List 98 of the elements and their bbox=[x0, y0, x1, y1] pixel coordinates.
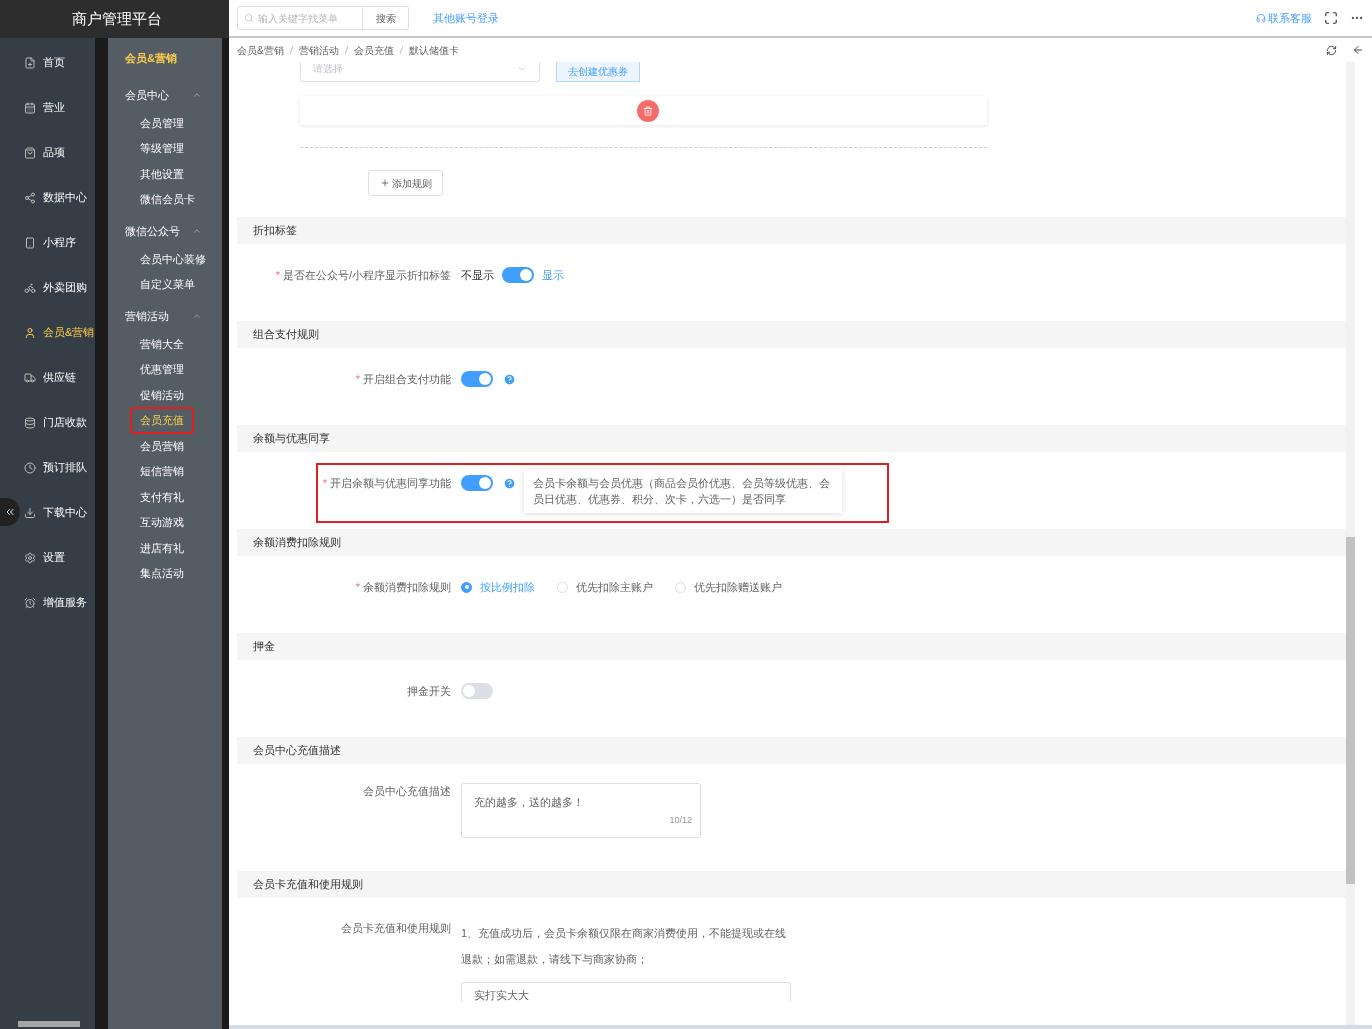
submenu-item[interactable]: 互动游戏 bbox=[132, 511, 192, 534]
scrollbar-thumb[interactable] bbox=[1346, 537, 1355, 884]
breadcrumb-item[interactable]: 营销活动 bbox=[298, 42, 339, 58]
add-rule-button[interactable]: 添加规则 bbox=[368, 170, 443, 196]
field-label: 会员卡充值和使用规则 bbox=[341, 921, 451, 936]
clock-icon bbox=[24, 461, 36, 474]
breadcrumb-item[interactable]: 会员充值 bbox=[353, 42, 394, 58]
chevron-up-icon bbox=[192, 311, 202, 321]
submenu-group[interactable]: 营销活动 bbox=[108, 301, 222, 331]
nav-item[interactable]: 供应链 bbox=[21, 355, 95, 400]
fullscreen-icon[interactable] bbox=[1324, 11, 1338, 25]
phone-icon bbox=[24, 236, 36, 249]
radio-option[interactable]: 优先扣除主账户 bbox=[557, 579, 653, 596]
submenu-item[interactable]: 会员中心装修 bbox=[132, 247, 214, 270]
nav-item[interactable]: 会员&营销 bbox=[21, 310, 95, 355]
search-icon bbox=[244, 13, 254, 23]
submenu-item[interactable]: 营销大全 bbox=[132, 332, 192, 355]
description-textarea[interactable]: 充的越多，送的越多！ 10/12 bbox=[461, 783, 701, 838]
database-icon bbox=[24, 416, 36, 429]
submenu-item[interactable]: 会员管理 bbox=[132, 111, 192, 134]
submenu-item[interactable]: 优惠管理 bbox=[132, 358, 192, 381]
headset-icon bbox=[1256, 13, 1266, 23]
submenu-item[interactable]: 等级管理 bbox=[132, 137, 192, 160]
submenu-item[interactable]: 自定义菜单 bbox=[132, 273, 203, 296]
toggle-switch[interactable] bbox=[461, 683, 493, 699]
submenu-item[interactable]: 集点活动 bbox=[132, 562, 192, 585]
settings-icon bbox=[24, 551, 36, 564]
share-icon bbox=[24, 191, 36, 204]
double-chevron-left-icon bbox=[4, 506, 16, 518]
breadcrumb-item: 默认储值卡 bbox=[408, 43, 459, 58]
textarea-value: 充的越多，送的越多！ bbox=[474, 796, 584, 808]
toggle-switch[interactable] bbox=[461, 475, 493, 491]
chevron-up-icon bbox=[192, 226, 202, 236]
character-counter: 10/12 bbox=[669, 813, 692, 827]
field-label: * 是否在公众号/小程序显示折扣标签 bbox=[275, 268, 451, 283]
section-header: 余额消费扣除规则 bbox=[237, 529, 1346, 556]
nav-item[interactable]: 首页 bbox=[21, 40, 95, 85]
download-icon bbox=[24, 506, 36, 519]
nav-item[interactable]: 门店收款 bbox=[21, 400, 95, 445]
toggle-switch[interactable] bbox=[502, 267, 534, 284]
field-label: * 开启余额与优惠同享功能 bbox=[322, 476, 451, 491]
user-icon bbox=[24, 326, 36, 339]
field-label: * 余额消费扣除规则 bbox=[355, 580, 451, 595]
delete-button[interactable] bbox=[636, 99, 659, 122]
help-icon[interactable] bbox=[503, 372, 516, 386]
calendar-icon bbox=[24, 101, 36, 114]
field-label: * 开启组合支付功能 bbox=[355, 372, 451, 387]
search-button[interactable]: 搜索 bbox=[363, 6, 409, 30]
trash-icon bbox=[642, 105, 653, 116]
submenu-item[interactable]: 进店有礼 bbox=[132, 536, 192, 559]
chevron-up-icon bbox=[192, 90, 202, 100]
tooltip: 会员卡余额与会员优惠（商品会员价优惠、会员等级优惠、会员日优惠、优惠券、积分、次卡，六选一）是否同享 bbox=[524, 469, 842, 513]
bag-icon bbox=[24, 146, 36, 159]
help-icon[interactable] bbox=[503, 476, 516, 490]
nav-item[interactable]: 增值服务 bbox=[21, 580, 95, 625]
section-header: 余额与优惠同享 bbox=[237, 425, 1346, 452]
submenu-item[interactable]: 会员充值 bbox=[132, 409, 192, 432]
submenu-item[interactable]: 支付有礼 bbox=[132, 485, 192, 508]
submenu-item[interactable]: 短信营销 bbox=[132, 460, 192, 483]
nav-item[interactable]: 下载中心 bbox=[21, 490, 95, 535]
document-icon bbox=[24, 56, 36, 69]
nav-item[interactable]: 预订排队 bbox=[21, 445, 95, 490]
field-label: 押金开关 bbox=[407, 684, 451, 699]
section-header: 会员卡充值和使用规则 bbox=[237, 871, 1346, 898]
option-text: 不显示 bbox=[461, 268, 494, 283]
collapse-button[interactable] bbox=[0, 498, 20, 526]
app-title: 商户管理平台 bbox=[71, 8, 162, 29]
plus-icon bbox=[379, 178, 390, 188]
alarm-clock-icon bbox=[24, 596, 36, 609]
submenu-group[interactable]: 微信公众号 bbox=[108, 216, 222, 246]
submenu-item[interactable]: 会员营销 bbox=[132, 434, 192, 457]
section-header: 会员中心充值描述 bbox=[237, 737, 1346, 764]
nav-item[interactable]: 设置 bbox=[21, 535, 95, 580]
rule-input[interactable]: 实打实大大 bbox=[461, 982, 791, 1002]
rules-text: 1、充值成功后，会员卡余额仅限在商家消费使用，不能提现或在线退款；如需退款，请线下与商家协商； bbox=[461, 926, 788, 967]
bike-icon bbox=[24, 281, 36, 294]
refresh-icon[interactable] bbox=[1326, 44, 1337, 56]
section-header: 押金 bbox=[237, 633, 1346, 660]
truck-icon bbox=[24, 371, 36, 384]
submenu-title: 会员&营销 bbox=[124, 51, 178, 66]
option-text: 显示 bbox=[542, 268, 564, 283]
scrollbar-thumb[interactable] bbox=[18, 1021, 80, 1027]
nav-item[interactable]: 外卖团购 bbox=[21, 265, 95, 310]
nav-item[interactable]: 品项 bbox=[21, 130, 95, 175]
section-header: 折扣标签 bbox=[237, 217, 1346, 244]
breadcrumb-item[interactable]: 会员&营销 bbox=[237, 42, 284, 58]
submenu-item[interactable]: 其他设置 bbox=[132, 162, 192, 185]
nav-item[interactable]: 营业 bbox=[21, 85, 95, 130]
submenu-group[interactable]: 会员中心 bbox=[108, 80, 222, 110]
submenu-item[interactable]: 促销活动 bbox=[132, 383, 192, 406]
back-icon[interactable] bbox=[1352, 44, 1364, 56]
section-header: 组合支付规则 bbox=[237, 321, 1346, 348]
nav-item[interactable]: 数据中心 bbox=[21, 175, 95, 220]
submenu-item[interactable]: 微信会员卡 bbox=[132, 188, 203, 211]
nav-item[interactable]: 小程序 bbox=[21, 220, 95, 265]
field-label: 会员中心充值描述 bbox=[363, 784, 451, 799]
toggle-switch[interactable] bbox=[461, 371, 493, 387]
radio-option[interactable]: 优先扣除赠送账户 bbox=[675, 579, 782, 596]
